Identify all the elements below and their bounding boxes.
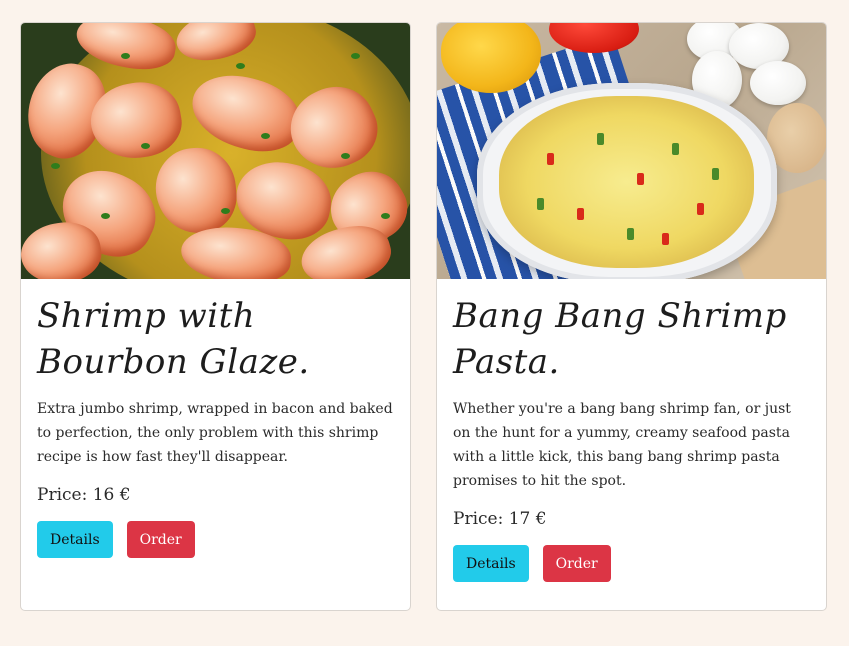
card-price: Price: 17 € <box>453 509 547 529</box>
card-description: Extra jumbo shrimp, wrapped in bacon and… <box>37 401 393 465</box>
card-actions: Details Order <box>453 545 810 582</box>
frittata-dish-image <box>437 23 826 279</box>
card-actions: Details Order <box>37 521 394 558</box>
menu-card: Bang Bang Shrimp Pasta. Whether you're a… <box>436 22 827 611</box>
details-button[interactable]: Details <box>37 521 113 558</box>
card-title: Shrimp with Bourbon Glaze. <box>37 296 310 382</box>
details-button[interactable]: Details <box>453 545 529 582</box>
order-button[interactable]: Order <box>126 521 195 558</box>
menu-card: Shrimp with Bourbon Glaze. Extra jumbo s… <box>20 22 411 611</box>
order-button[interactable]: Order <box>542 545 611 582</box>
menu-card-grid: Shrimp with Bourbon Glaze. Extra jumbo s… <box>20 22 827 611</box>
card-description: Whether you're a bang bang shrimp fan, o… <box>453 401 791 489</box>
card-price: Price: 16 € <box>37 485 131 505</box>
card-title: Bang Bang Shrimp Pasta. <box>453 296 787 382</box>
shrimp-dish-image <box>21 23 410 279</box>
